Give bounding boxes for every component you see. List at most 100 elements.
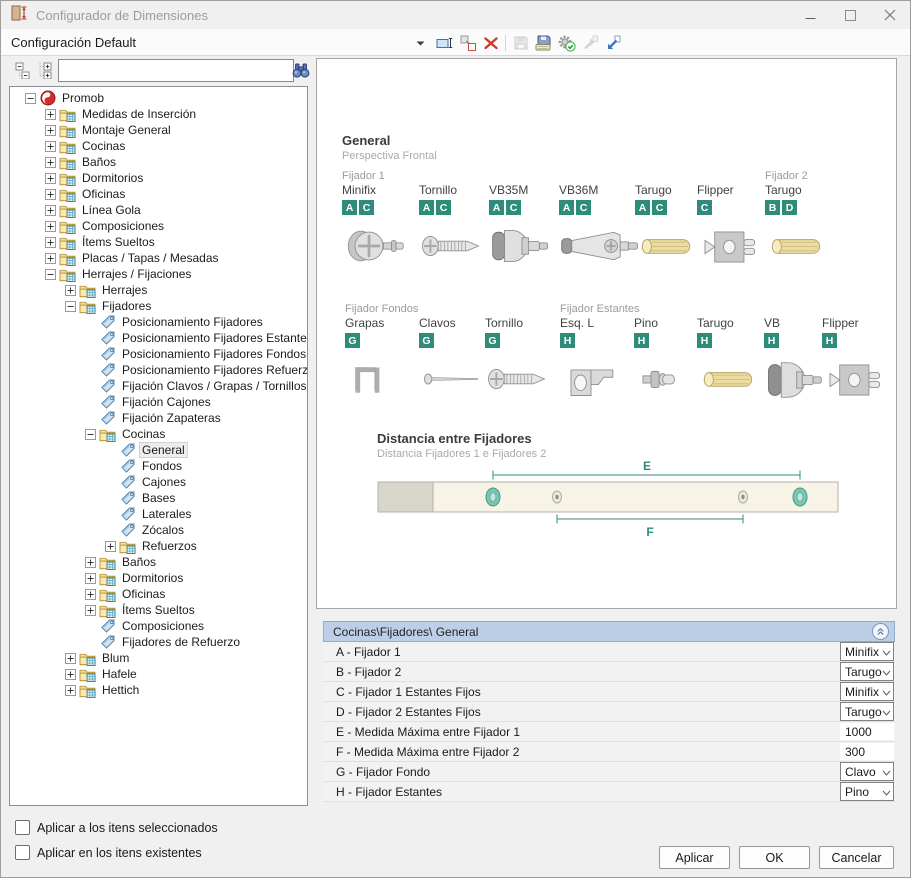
expand-node-icon[interactable] — [65, 685, 76, 696]
collapse-node-icon[interactable] — [45, 269, 56, 280]
configuration-select[interactable]: Configuración Default — [1, 29, 431, 55]
tree-item-label: Fijación Cajones — [119, 395, 214, 409]
tree-item-cocinas[interactable]: Cocinas — [10, 426, 307, 442]
fastener-card-tornillo: TornilloG — [485, 303, 555, 406]
expand-node-icon[interactable] — [45, 173, 56, 184]
tree-item-promob[interactable]: Promob — [10, 90, 307, 106]
apply-configuration-icon[interactable] — [555, 32, 578, 54]
tree-item-dormitorios[interactable]: Dormitorios — [10, 170, 307, 186]
collapse-properties-button[interactable] — [872, 623, 889, 640]
tree-item-dormitorios[interactable]: Dormitorios — [10, 570, 307, 586]
folder-icon — [59, 138, 76, 154]
expand-node-icon[interactable] — [45, 109, 56, 120]
tree-item-laterales[interactable]: Laterales — [10, 506, 307, 522]
duplicate-configuration-icon[interactable] — [456, 32, 479, 54]
tree-search-input[interactable] — [58, 59, 294, 82]
expand-node-icon[interactable] — [65, 669, 76, 680]
tree-item-hettich[interactable]: Hettich — [10, 682, 307, 698]
collapse-all-button[interactable] — [12, 60, 32, 80]
property-h-select[interactable]: Pino — [840, 782, 894, 801]
expand-node-icon[interactable] — [45, 157, 56, 168]
import-icon[interactable] — [578, 32, 601, 54]
expander-spacer — [105, 509, 116, 520]
tree-item-posicionamiento-fijadores-estantes[interactable]: Posicionamiento Fijadores Estantes — [10, 330, 307, 346]
expand-node-icon[interactable] — [85, 589, 96, 600]
tree-item-fijaci-n-cajones[interactable]: Fijación Cajones — [10, 394, 307, 410]
expand-node-icon[interactable] — [45, 237, 56, 248]
expand-node-icon[interactable] — [45, 253, 56, 264]
collapse-node-icon[interactable] — [85, 429, 96, 440]
property-f-input[interactable] — [840, 743, 894, 760]
expand-node-icon[interactable] — [65, 653, 76, 664]
tree-item-fijaci-n-zapateras[interactable]: Fijación Zapateras — [10, 410, 307, 426]
expand-node-icon[interactable] — [45, 125, 56, 136]
tree-item-oficinas[interactable]: Oficinas — [10, 586, 307, 602]
apply-selected-items-checkbox[interactable]: Aplicar a los itens seleccionados — [15, 820, 218, 835]
checkbox-box[interactable] — [15, 820, 30, 835]
tree-item-composiciones[interactable]: Composiciones — [10, 218, 307, 234]
tree-item-cajones[interactable]: Cajones — [10, 474, 307, 490]
tree-item-blum[interactable]: Blum — [10, 650, 307, 666]
tree-item-posicionamiento-fijadores[interactable]: Posicionamiento Fijadores — [10, 314, 307, 330]
tree-item-fijaci-n-clavos-grapas-tornillos[interactable]: Fijación Clavos / Grapas / Tornillos — [10, 378, 307, 394]
property-g-select[interactable]: Clavo — [840, 762, 894, 781]
tree-item-placas-tapas-mesadas[interactable]: Placas / Tapas / Mesadas — [10, 250, 307, 266]
close-button[interactable] — [870, 1, 910, 29]
tree-item-montaje-general[interactable]: Montaje General — [10, 122, 307, 138]
expand-node-icon[interactable] — [45, 189, 56, 200]
expand-node-icon[interactable] — [105, 541, 116, 552]
rename-configuration-icon[interactable] — [433, 32, 456, 54]
tree-item-oficinas[interactable]: Oficinas — [10, 186, 307, 202]
expand-node-icon[interactable] — [45, 221, 56, 232]
tree-item-l-nea-gola[interactable]: Línea Gola — [10, 202, 307, 218]
property-b-select[interactable]: Tarugo — [840, 662, 894, 681]
expand-node-icon[interactable] — [45, 205, 56, 216]
tree-item-fijadores[interactable]: Fijadores — [10, 298, 307, 314]
tree-item-posicionamiento-fijadores-refuerzos[interactable]: Posicionamiento Fijadores Refuerzos — [10, 362, 307, 378]
expand-node-icon[interactable] — [85, 573, 96, 584]
tree-item-z-calos[interactable]: Zócalos — [10, 522, 307, 538]
tree-item-general[interactable]: General — [10, 442, 307, 458]
collapse-node-icon[interactable] — [65, 301, 76, 312]
fastener-group-label — [559, 170, 643, 183]
save-all-icon[interactable] — [532, 32, 555, 54]
property-d-select[interactable]: Tarugo — [840, 702, 894, 721]
property-c-select[interactable]: Minifix — [840, 682, 894, 701]
expand-node-icon[interactable] — [65, 285, 76, 296]
tree-item-ba-os[interactable]: Baños — [10, 154, 307, 170]
maximize-button[interactable] — [830, 1, 870, 29]
ok-button[interactable]: OK — [739, 846, 810, 869]
tree-item-tems-sueltos[interactable]: Ítems Sueltos — [10, 602, 307, 618]
tree-item-fijadores-de-refuerzo[interactable]: Fijadores de Refuerzo — [10, 634, 307, 650]
find-icon[interactable] — [291, 60, 311, 80]
checkbox-box[interactable] — [15, 845, 30, 860]
expand-node-icon[interactable] — [85, 605, 96, 616]
export-icon[interactable] — [601, 32, 624, 54]
delete-configuration-icon[interactable] — [479, 32, 502, 54]
tree-item-herrajes-fijaciones[interactable]: Herrajes / Fijaciones — [10, 266, 307, 282]
expander-spacer — [85, 365, 96, 376]
expand-node-icon[interactable] — [45, 141, 56, 152]
property-a-select[interactable]: Minifix — [840, 642, 894, 661]
apply-button[interactable]: Aplicar — [659, 846, 730, 869]
tree-item-fondos[interactable]: Fondos — [10, 458, 307, 474]
collapse-node-icon[interactable] — [25, 93, 36, 104]
apply-existing-items-checkbox[interactable]: Aplicar en los itens existentes — [15, 845, 202, 860]
tree-item-medidas-de-inserci-n[interactable]: Medidas de Inserción — [10, 106, 307, 122]
tree-item-ba-os[interactable]: Baños — [10, 554, 307, 570]
save-icon[interactable] — [509, 32, 532, 54]
tree-item-bases[interactable]: Bases — [10, 490, 307, 506]
property-e-input[interactable] — [840, 723, 894, 740]
tree-item-refuerzos[interactable]: Refuerzos — [10, 538, 307, 554]
minimize-button[interactable] — [790, 1, 830, 29]
tree-item-composiciones[interactable]: Composiciones — [10, 618, 307, 634]
tree-item-tems-sueltos[interactable]: Ítems Sueltos — [10, 234, 307, 250]
tree-item-hafele[interactable]: Hafele — [10, 666, 307, 682]
tree-item-herrajes[interactable]: Herrajes — [10, 282, 307, 298]
cancel-button[interactable]: Cancelar — [819, 846, 894, 869]
expand-all-button[interactable] — [34, 60, 54, 80]
selected-value: Minifix — [845, 645, 882, 659]
expand-node-icon[interactable] — [85, 557, 96, 568]
tree-item-posicionamiento-fijadores-fondos[interactable]: Posicionamiento Fijadores Fondos — [10, 346, 307, 362]
tree-item-cocinas[interactable]: Cocinas — [10, 138, 307, 154]
